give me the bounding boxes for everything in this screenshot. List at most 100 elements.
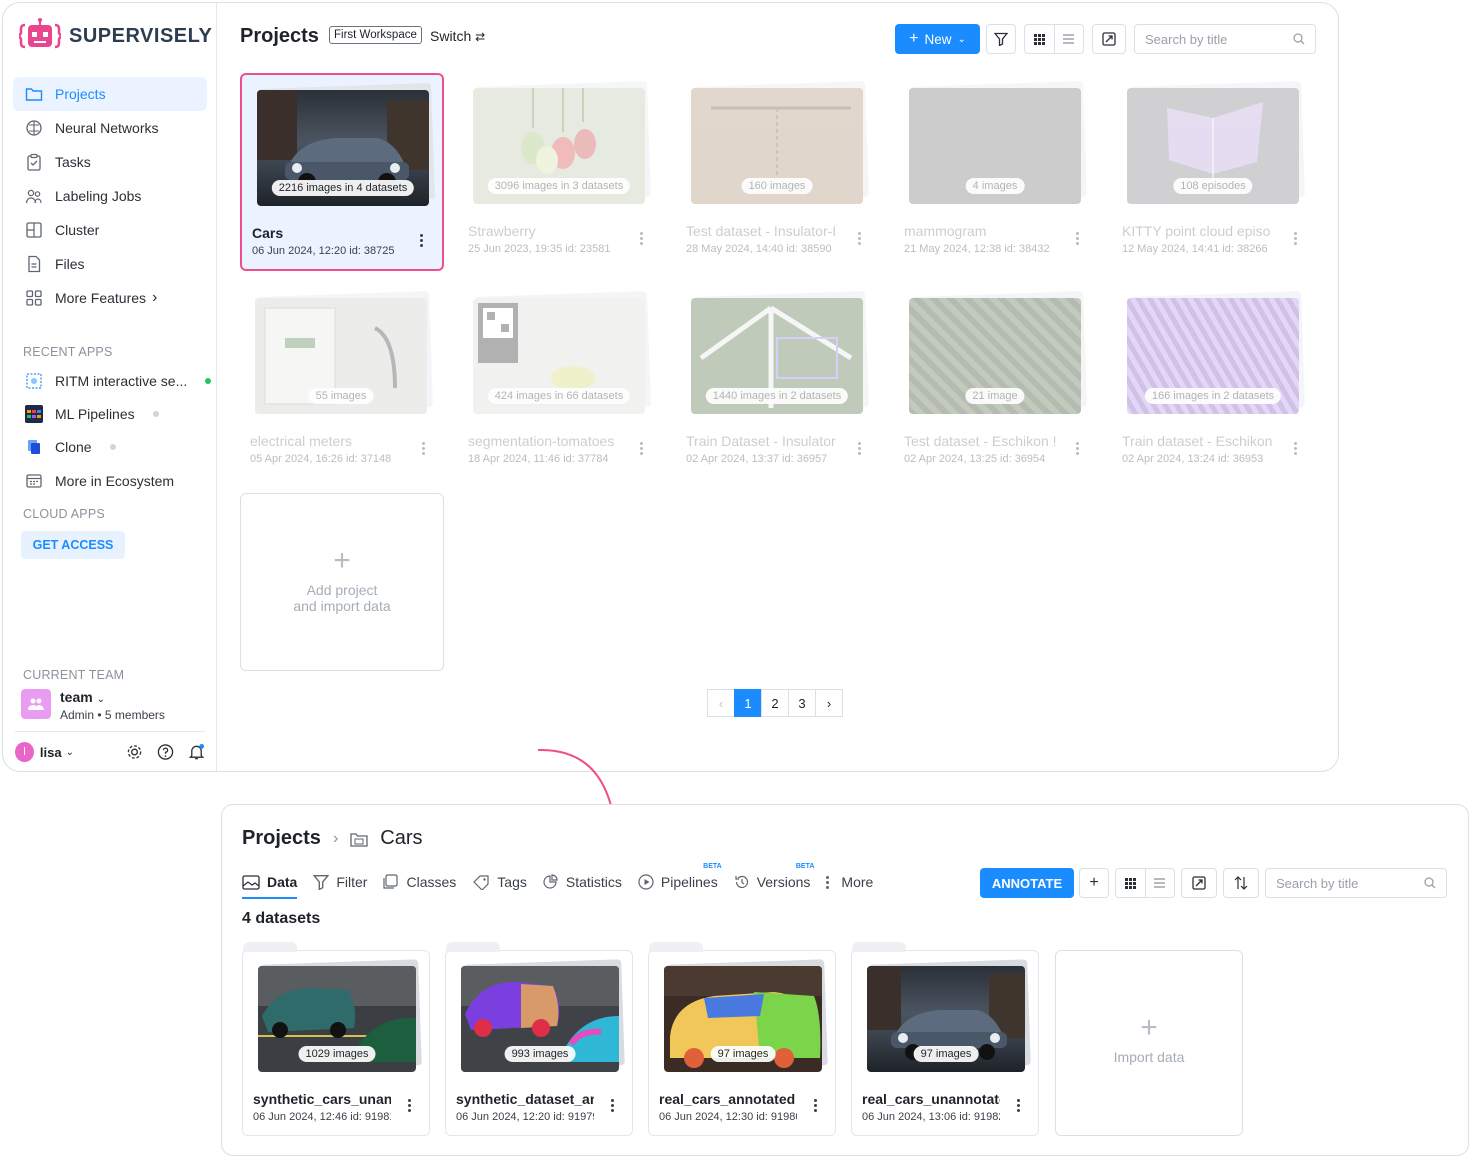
gear-icon[interactable] [126, 743, 143, 761]
project-card-test-eschikon[interactable]: 21 image Test dataset - Eschikon ! 02 Ap… [894, 283, 1098, 481]
filter-button[interactable] [986, 24, 1016, 54]
plus-icon: + [1089, 874, 1099, 891]
more-icon[interactable] [858, 440, 862, 457]
history-icon [735, 875, 748, 889]
page-3-button[interactable]: 3 [788, 689, 816, 717]
more-icon[interactable] [814, 1097, 817, 1114]
tab-classes[interactable]: Classes [383, 869, 456, 895]
more-icon[interactable] [422, 440, 426, 457]
folder-icon [25, 88, 43, 101]
project-card-strawberry[interactable]: 3096 images in 3 datasets Strawberry 25 … [458, 73, 662, 271]
project-name: electrical meters [250, 433, 352, 449]
project-card-segmentation-tomatoes[interactable]: 424 images in 66 datasets segmentation-t… [458, 283, 662, 481]
play-icon [638, 874, 654, 890]
nav-item-files[interactable]: Files [13, 247, 207, 281]
next-page-button[interactable]: › [815, 689, 843, 717]
image-count-badge: 108 episodes [1173, 178, 1253, 194]
dataset-card[interactable]: 993 images synthetic_dataset_annotated 0… [445, 942, 633, 1136]
nav-item-projects[interactable]: Projects [13, 77, 207, 111]
tab-more[interactable]: More [826, 869, 873, 895]
search-input[interactable]: Search by title [1265, 868, 1447, 898]
recent-app-clone[interactable]: Clone [25, 438, 116, 456]
nav-item-cluster[interactable]: Cluster [13, 213, 207, 247]
user-avatar[interactable]: l [15, 742, 34, 762]
beta-badge: BETA [795, 863, 815, 870]
image-count-badge: 166 images in 2 datasets [1144, 388, 1282, 404]
workspace-chip[interactable]: First Workspace [329, 26, 422, 44]
prev-page-button[interactable]: ‹ [707, 689, 735, 717]
chevron-right-icon: › [332, 829, 339, 847]
page-2-button[interactable]: 2 [761, 689, 789, 717]
project-card-mammogram[interactable]: 4 images mammogram 21 May 2024, 12:38 id… [894, 73, 1098, 271]
project-card-train-eschikon[interactable]: 166 images in 2 datasets Train dataset -… [1112, 283, 1316, 481]
tab-data[interactable]: Data [242, 869, 298, 899]
nav-item-more-features[interactable]: More Features › [13, 281, 207, 315]
list-view-icon[interactable] [1144, 869, 1174, 897]
logo[interactable]: SUPERVISELY [19, 17, 212, 55]
more-icon[interactable] [1076, 230, 1080, 247]
switch-workspace-link[interactable]: Switch ⇄ [430, 28, 485, 44]
more-in-ecosystem[interactable]: More in Ecosystem [25, 472, 174, 490]
more-icon[interactable] [640, 440, 644, 457]
more-icon[interactable] [640, 230, 644, 247]
add-project-card[interactable]: + Add project and import data [240, 493, 444, 671]
add-dataset-button[interactable]: + [1079, 868, 1109, 898]
project-card-cars[interactable]: 2216 images in 4 datasets Cars 06 Jun 20… [240, 73, 444, 271]
more-icon[interactable] [420, 232, 424, 249]
list-view-icon[interactable] [1053, 25, 1083, 53]
more-icon[interactable] [1076, 440, 1080, 457]
annotate-button[interactable]: ANNOTATE [980, 868, 1074, 898]
help-icon[interactable] [157, 743, 174, 761]
more-icon[interactable] [1294, 440, 1298, 457]
view-toggle [1024, 24, 1084, 54]
grid-view-icon[interactable] [1116, 877, 1145, 889]
sort-button[interactable] [1223, 868, 1259, 898]
grid-icon [26, 290, 42, 306]
tab-versions[interactable]: Versions BETA [734, 863, 814, 895]
brand-name: SUPERVISELY [69, 24, 213, 47]
nav-item-tasks[interactable]: Tasks [13, 145, 207, 179]
page-1-button[interactable]: 1 [734, 689, 762, 717]
get-access-button[interactable]: GET ACCESS [21, 531, 125, 559]
chevron-down-icon[interactable]: ⌄ [66, 747, 74, 758]
project-card-electrical-meters[interactable]: 55 images electrical meters 05 Apr 2024,… [240, 283, 444, 481]
nav-label: Labeling Jobs [55, 188, 142, 204]
tab-pipelines[interactable]: Pipelines BETA [638, 863, 722, 895]
import-data-card[interactable]: + Import data [1055, 950, 1243, 1136]
search-input[interactable]: Search by title [1134, 24, 1316, 54]
expand-button[interactable] [1092, 24, 1126, 54]
grid-view-icon[interactable] [1025, 33, 1054, 45]
team-switcher[interactable]: team ⌄ Admin • 5 members [21, 689, 165, 722]
recent-app-ml-pipelines[interactable]: ML Pipelines [25, 405, 159, 423]
user-name[interactable]: lisa [40, 745, 62, 760]
project-name: Test dataset - Insulator-I [686, 223, 837, 239]
search-icon [1293, 33, 1305, 45]
search-placeholder: Search by title [1145, 31, 1228, 47]
tab-filter[interactable]: Filter [313, 869, 367, 895]
nav-item-neural-networks[interactable]: Neural Networks [13, 111, 207, 145]
project-card-train-insulator[interactable]: 1440 images in 2 datasets Train Dataset … [676, 283, 880, 481]
new-project-button[interactable]: + New ⌄ [895, 24, 980, 54]
cars-thumbnail: 2216 images in 4 datasets [257, 90, 429, 206]
breadcrumb-projects[interactable]: Projects [242, 827, 321, 850]
nav-item-labeling-jobs[interactable]: Labeling Jobs [13, 179, 207, 213]
more-icon[interactable] [611, 1097, 614, 1114]
more-icon[interactable] [408, 1097, 411, 1114]
expand-icon [1102, 32, 1116, 46]
tab-tags[interactable]: Tags [472, 869, 527, 895]
more-icon[interactable] [1017, 1097, 1020, 1114]
recent-app-ritm[interactable]: RITM interactive se... [25, 372, 212, 390]
more-icon[interactable] [1294, 230, 1298, 247]
dataset-card[interactable]: 97 images real_cars_annotated 06 Jun 202… [648, 942, 836, 1136]
nav-label: Projects [55, 86, 106, 102]
project-card-test-insulator[interactable]: 160 images Test dataset - Insulator-I 28… [676, 73, 880, 271]
dataset-card[interactable]: 97 images real_cars_unannotated 06 Jun 2… [851, 942, 1039, 1136]
bell-icon[interactable] [188, 743, 205, 761]
dataset-card[interactable]: 1029 images synthetic_cars_unannotated 0… [242, 942, 430, 1136]
tab-statistics[interactable]: Statistics [543, 869, 622, 895]
expand-button[interactable] [1181, 868, 1217, 898]
ecosystem-icon [26, 474, 42, 488]
project-card-kitty[interactable]: 108 episodes KITTY point cloud episo 12 … [1112, 73, 1316, 271]
page-title: Projects [240, 25, 319, 47]
more-icon[interactable] [858, 230, 862, 247]
